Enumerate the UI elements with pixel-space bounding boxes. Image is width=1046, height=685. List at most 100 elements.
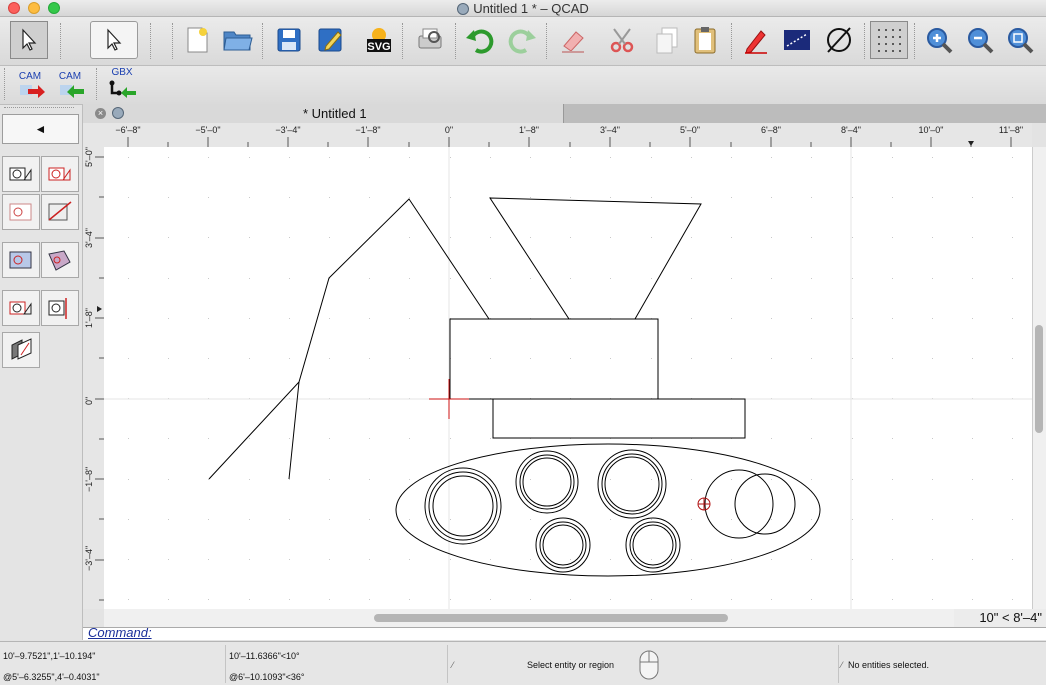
grid-dot — [691, 479, 692, 480]
gbx-import-button[interactable]: GBX — [104, 67, 140, 102]
drawing[interactable] — [104, 147, 1032, 609]
track-ellipse — [395, 443, 821, 577]
grid-dot — [530, 197, 531, 198]
snap-grid-button[interactable] — [2, 194, 40, 230]
command-line[interactable]: Command: — [83, 627, 1046, 640]
grid-dot — [691, 197, 692, 198]
print-preview-button[interactable] — [411, 21, 449, 59]
circle-line-button[interactable] — [820, 21, 858, 59]
grid-dot — [168, 519, 169, 520]
grid-dot — [329, 157, 330, 158]
dimension-button[interactable] — [778, 21, 816, 59]
cam-export-button[interactable]: CAM — [12, 68, 48, 102]
snap-restrict-button[interactable] — [2, 242, 40, 278]
grid-dot — [771, 237, 772, 238]
edit-document-icon — [318, 28, 342, 52]
grid-dot — [691, 559, 692, 560]
grid-dot — [409, 318, 410, 319]
close-tab-icon[interactable]: × — [95, 108, 106, 119]
grid-dot — [892, 479, 893, 480]
new-document-button[interactable] — [178, 21, 216, 59]
grid-dot — [369, 278, 370, 279]
erase-button[interactable] — [554, 21, 592, 59]
grid-dot — [892, 237, 893, 238]
save-button[interactable] — [270, 21, 308, 59]
grid-dot — [651, 197, 652, 198]
grid-dot — [570, 599, 571, 600]
folder-icon — [223, 31, 253, 51]
undo-button[interactable] — [461, 21, 499, 59]
grid-dot — [892, 157, 893, 158]
toolbar-grip — [455, 23, 459, 59]
toolbar-grip — [96, 68, 100, 100]
snap-perpendicular-button[interactable] — [2, 332, 40, 368]
grid-dot — [530, 479, 531, 480]
zoom-out-button[interactable] — [961, 21, 999, 59]
toolbar-grip — [172, 23, 176, 59]
grid-dot — [892, 438, 893, 439]
grid-dot — [892, 519, 893, 520]
grid-dot — [651, 519, 652, 520]
grid-dot — [570, 358, 571, 359]
ruler-ticks — [127, 137, 1012, 147]
copy-button[interactable] — [648, 21, 686, 59]
grid-dot — [208, 438, 209, 439]
zoom-in-button[interactable] — [920, 21, 958, 59]
grid-dot — [610, 157, 611, 158]
grid-dot — [289, 438, 290, 439]
grid-dot — [168, 157, 169, 158]
horizontal-scrollbar[interactable] — [104, 609, 954, 627]
snap-restrict-icon — [9, 251, 32, 269]
zoom-auto-button[interactable] — [1001, 21, 1039, 59]
snap-entity-button[interactable] — [41, 242, 79, 278]
crosshair-cursor — [429, 379, 469, 419]
redo-button[interactable] — [503, 21, 541, 59]
grid-dot — [1012, 278, 1013, 279]
drawing-canvas[interactable] — [104, 147, 1032, 609]
grid-dot — [731, 599, 732, 600]
open-button[interactable] — [219, 21, 257, 59]
grid-dot — [932, 197, 933, 198]
grid-dot — [691, 599, 692, 600]
snap-auto-button[interactable] — [2, 156, 40, 192]
grid-dot — [128, 197, 129, 198]
tab-untitled-1[interactable]: × * Untitled 1 — [83, 104, 564, 123]
grid-toggle-button[interactable] — [870, 21, 908, 59]
arm-support-line — [288, 381, 300, 480]
grid-dot — [651, 599, 652, 600]
vertical-scrollbar[interactable] — [1032, 147, 1046, 609]
grid-dot — [329, 559, 330, 560]
vertical-scroll-thumb[interactable] — [1035, 325, 1043, 433]
grid-dot — [972, 599, 973, 600]
document-icon — [457, 3, 470, 15]
status-divider — [225, 645, 226, 683]
grid-dot — [771, 599, 772, 600]
cam-import-button[interactable]: CAM — [52, 68, 88, 102]
pen-button[interactable] — [737, 21, 775, 59]
horizontal-scroll-thumb[interactable] — [374, 614, 728, 622]
select-tool-button[interactable] — [90, 21, 138, 59]
grid-dot — [208, 519, 209, 520]
grid-dot — [691, 157, 692, 158]
snap-intersection-button[interactable] — [41, 290, 79, 326]
status-divider — [447, 645, 448, 683]
back-button[interactable]: ◄ — [2, 114, 79, 144]
cut-button[interactable] — [604, 21, 642, 59]
paste-button[interactable] — [686, 21, 724, 59]
mouse-icon — [639, 650, 659, 680]
snap-ortho-button[interactable] — [2, 290, 40, 326]
wheel-5 — [625, 517, 681, 573]
export-svg-button[interactable]: SVG — [360, 21, 398, 59]
relative-polar-coordinate: @6'–10.1093"<36° — [229, 672, 305, 682]
snap-free-button[interactable] — [41, 156, 79, 192]
grid-dot — [731, 197, 732, 198]
select-pointer-button[interactable] — [10, 21, 48, 59]
snap-end-button[interactable] — [41, 194, 79, 230]
grid-dot — [852, 479, 853, 480]
status-prompt: Select entity or region — [527, 660, 615, 670]
grid-dot — [490, 358, 491, 359]
save-as-button[interactable] — [311, 21, 349, 59]
wheel-6 — [704, 469, 774, 539]
dock-grip — [4, 107, 74, 110]
grid-dot — [771, 438, 772, 439]
